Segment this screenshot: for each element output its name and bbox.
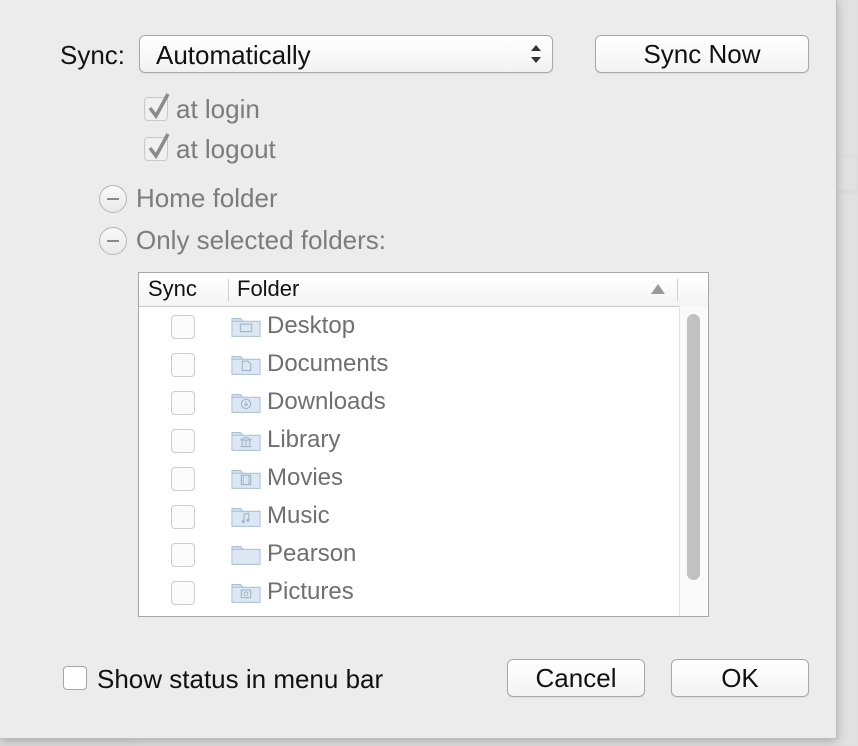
folder-name: Documents bbox=[267, 350, 389, 377]
column-header-folder[interactable]: Folder bbox=[237, 276, 299, 302]
folder-name: Movies bbox=[267, 464, 344, 491]
folder-name: Downloads bbox=[267, 388, 386, 415]
selected-folders-label: Only selected folders: bbox=[136, 225, 387, 255]
documents-folder-icon bbox=[231, 356, 261, 375]
column-separator bbox=[228, 279, 229, 301]
desktop-folder-icon bbox=[231, 318, 261, 337]
sync-mode-popup[interactable]: Automatically bbox=[139, 35, 553, 73]
row-sync-checkbox[interactable] bbox=[171, 543, 195, 567]
sort-ascending-icon bbox=[651, 284, 665, 294]
library-folder-icon bbox=[231, 432, 261, 451]
row-sync-checkbox[interactable] bbox=[171, 467, 195, 491]
at-login-checkbox[interactable] bbox=[144, 93, 170, 121]
sync-label: Sync: bbox=[60, 40, 126, 70]
popup-arrows-icon bbox=[531, 45, 541, 63]
column-header-sync[interactable]: Sync bbox=[148, 276, 197, 302]
at-login-label: at login bbox=[176, 94, 260, 124]
folder-name: Desktop bbox=[267, 312, 356, 339]
table-header: Sync Folder bbox=[139, 273, 708, 307]
show-status-label: Show status in menu bar bbox=[97, 664, 384, 694]
generic-folder-icon bbox=[231, 546, 261, 565]
table-row[interactable]: Pictures bbox=[139, 574, 679, 612]
table-row[interactable]: Downloads bbox=[139, 384, 679, 422]
folder-name: Library bbox=[267, 426, 341, 453]
table-row[interactable]: Music bbox=[139, 498, 679, 536]
folder-name: Pictures bbox=[267, 578, 354, 605]
table-row[interactable]: Movies bbox=[139, 460, 679, 498]
column-separator bbox=[677, 279, 678, 301]
folder-name: Pearson bbox=[267, 540, 357, 567]
ok-button[interactable]: OK bbox=[671, 659, 809, 697]
folder-name: Music bbox=[267, 502, 330, 529]
sync-now-button[interactable]: Sync Now bbox=[595, 35, 809, 73]
row-sync-checkbox[interactable] bbox=[171, 429, 195, 453]
row-sync-checkbox[interactable] bbox=[171, 391, 195, 415]
sync-settings-sheet: Sync: Automatically Sync Now at login at… bbox=[0, 0, 837, 739]
row-sync-checkbox[interactable] bbox=[171, 581, 195, 605]
at-logout-checkbox[interactable] bbox=[144, 133, 170, 161]
show-status-checkbox[interactable] bbox=[63, 666, 87, 690]
checkmark-icon bbox=[148, 133, 170, 160]
table-row[interactable]: Pearson bbox=[139, 536, 679, 574]
pictures-folder-icon bbox=[231, 584, 261, 603]
checkmark-icon bbox=[148, 93, 170, 120]
downloads-folder-icon bbox=[231, 394, 261, 413]
row-sync-checkbox[interactable] bbox=[171, 353, 195, 377]
table-row[interactable]: Documents bbox=[139, 346, 679, 384]
sync-mode-value: Automatically bbox=[156, 40, 311, 70]
table-row[interactable]: Desktop bbox=[139, 308, 679, 346]
cancel-button[interactable]: Cancel bbox=[507, 659, 645, 697]
table-row[interactable]: Library bbox=[139, 422, 679, 460]
scrollbar-thumb[interactable] bbox=[687, 314, 700, 580]
folder-table[interactable]: Sync Folder Desktop Documents Downloads Lib… bbox=[138, 272, 709, 617]
home-folder-radio[interactable] bbox=[99, 185, 127, 213]
row-sync-checkbox[interactable] bbox=[171, 315, 195, 339]
selected-folders-radio[interactable] bbox=[99, 227, 127, 255]
home-folder-label: Home folder bbox=[136, 183, 278, 213]
music-folder-icon bbox=[231, 508, 261, 527]
vertical-scrollbar[interactable] bbox=[679, 306, 708, 616]
row-sync-checkbox[interactable] bbox=[171, 505, 195, 529]
at-logout-label: at logout bbox=[176, 134, 276, 164]
movies-folder-icon bbox=[231, 470, 261, 489]
